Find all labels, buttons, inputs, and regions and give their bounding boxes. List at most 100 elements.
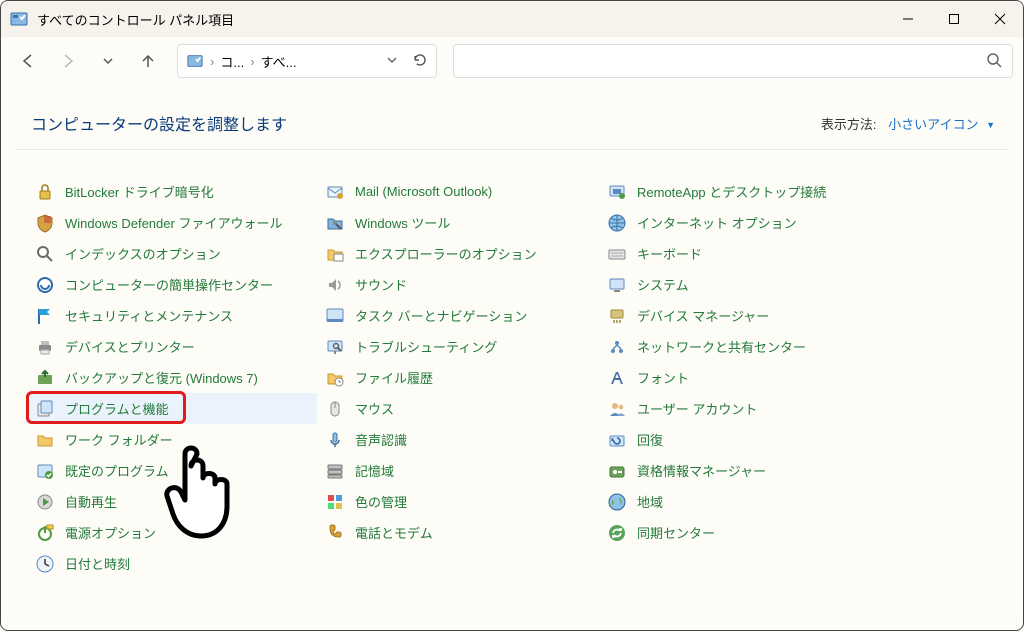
control-panel-item-network[interactable]: ネットワークと共有センター [601, 331, 881, 362]
control-panel-item-bitlocker[interactable]: BitLocker ドライブ暗号化 [29, 176, 317, 207]
control-panel-item-ease[interactable]: コンピューターの簡単操作センター [29, 269, 317, 300]
item-label: タスク バーとナビゲーション [355, 306, 527, 325]
nav-back-button[interactable] [11, 44, 45, 78]
search-input[interactable] [453, 44, 1013, 78]
programs-icon [35, 399, 55, 419]
control-panel-item-users[interactable]: ユーザー アカウント [601, 393, 881, 424]
phone-icon [325, 523, 345, 543]
speech-icon [325, 430, 345, 450]
nav-up-button[interactable] [131, 44, 165, 78]
item-label: バックアップと復元 (Windows 7) [65, 368, 258, 387]
recovery-icon [607, 430, 627, 450]
control-panel-item-mouse[interactable]: マウス [319, 393, 599, 424]
item-label: 音声認識 [355, 430, 407, 449]
control-panel-item-keyboard[interactable]: キーボード [601, 238, 881, 269]
control-panel-item-wintools[interactable]: Windows ツール [319, 207, 599, 238]
flag-icon [35, 306, 55, 326]
item-label: ワーク フォルダー [65, 430, 173, 449]
item-label: エクスプローラーのオプション [355, 244, 537, 263]
item-label: キーボード [637, 244, 702, 263]
power-icon [35, 523, 55, 543]
bitlocker-icon [35, 182, 55, 202]
control-panel-item-indexing[interactable]: インデックスのオプション [29, 238, 317, 269]
storage-icon [325, 461, 345, 481]
control-panel-item-filehist[interactable]: ファイル履歴 [319, 362, 599, 393]
breadcrumb-sep-icon: › [250, 54, 254, 69]
control-panel-item-troubleshoot[interactable]: トラブルシューティング [319, 331, 599, 362]
content-header: コンピューターの設定を調整します 表示方法: 小さいアイコン ▼ [1, 85, 1023, 149]
search-opt-icon [35, 244, 55, 264]
item-label: RemoteApp とデスクトップ接続 [637, 182, 826, 201]
sound-icon [325, 275, 345, 295]
view-by: 表示方法: 小さいアイコン ▼ [821, 114, 995, 133]
titlebar: すべてのコントロール パネル項目 [1, 1, 1023, 37]
region-icon [607, 492, 627, 512]
control-panel-item-devices[interactable]: デバイスとプリンター [29, 331, 317, 362]
sync-icon [607, 523, 627, 543]
items-grid: BitLocker ドライブ暗号化 Mail (Microsoft Outlook… [1, 150, 1023, 579]
folder-opt-icon [325, 244, 345, 264]
control-panel-icon [9, 9, 29, 29]
troubleshoot-icon [325, 337, 345, 357]
close-button[interactable] [977, 1, 1023, 37]
control-panel-item-datetime[interactable]: 日付と時刻 [29, 548, 317, 579]
control-panel-item-remoteapp[interactable]: RemoteApp とデスクトップ接続 [601, 176, 881, 207]
item-label: 回復 [637, 430, 663, 449]
tools-icon [325, 213, 345, 233]
item-label: インデックスのオプション [65, 244, 221, 263]
refresh-icon[interactable] [412, 52, 428, 71]
item-label: 色の管理 [355, 492, 407, 511]
control-panel-item-autoplay[interactable]: 自動再生 [29, 486, 317, 517]
control-panel-item-recovery[interactable]: 回復 [601, 424, 881, 455]
system-icon [607, 275, 627, 295]
control-panel-item-security[interactable]: セキュリティとメンテナンス [29, 300, 317, 331]
item-label: 資格情報マネージャー [637, 461, 766, 480]
control-panel-item-explorer-opts[interactable]: エクスプローラーのオプション [319, 238, 599, 269]
window: すべてのコントロール パネル項目 [0, 0, 1024, 631]
control-panel-item-storage[interactable]: 記憶域 [319, 455, 599, 486]
item-label: BitLocker ドライブ暗号化 [65, 182, 214, 201]
control-panel-item-devmgr[interactable]: デバイス マネージャー [601, 300, 881, 331]
page-title: コンピューターの設定を調整します [31, 111, 287, 135]
address-bar[interactable]: › コ... › すべ... [177, 44, 437, 78]
control-panel-item-backup[interactable]: バックアップと復元 (Windows 7) [29, 362, 317, 393]
item-label: デバイスとプリンター [65, 337, 195, 356]
breadcrumb-seg1[interactable]: コ... [220, 52, 244, 71]
control-panel-item-inetopts[interactable]: インターネット オプション [601, 207, 881, 238]
control-panel-item-programs[interactable]: プログラムと機能 [29, 393, 317, 424]
clock-icon [35, 554, 55, 574]
item-label: 自動再生 [65, 492, 117, 511]
control-panel-item-defender[interactable]: Windows Defender ファイアウォール [29, 207, 317, 238]
viewby-value-link[interactable]: 小さいアイコン [888, 117, 978, 132]
item-label: ファイル履歴 [355, 368, 433, 387]
control-panel-item-region[interactable]: 地域 [601, 486, 881, 517]
control-panel-item-defaults[interactable]: 既定のプログラム [29, 455, 317, 486]
printer-icon [35, 337, 55, 357]
control-panel-item-power[interactable]: 電源オプション [29, 517, 317, 548]
control-panel-item-system[interactable]: システム [601, 269, 881, 300]
breadcrumb-seg2[interactable]: すべ... [261, 52, 297, 71]
chevron-down-icon: ▼ [986, 120, 995, 130]
chevron-down-icon[interactable] [386, 54, 398, 69]
control-panel-item-color[interactable]: 色の管理 [319, 486, 599, 517]
maximize-button[interactable] [931, 1, 977, 37]
remote-icon [607, 182, 627, 202]
nav-recent-dropdown[interactable] [91, 44, 125, 78]
control-panel-item-fonts[interactable]: フォント [601, 362, 881, 393]
control-panel-item-credmgr[interactable]: 資格情報マネージャー [601, 455, 881, 486]
folder-icon [35, 430, 55, 450]
search-icon [986, 52, 1002, 71]
control-panel-item-sync[interactable]: 同期センター [601, 517, 881, 548]
control-panel-item-sound[interactable]: サウンド [319, 269, 599, 300]
color-icon [325, 492, 345, 512]
item-label: システム [637, 275, 689, 294]
control-panel-item-taskbar[interactable]: タスク バーとナビゲーション [319, 300, 599, 331]
control-panel-item-phone[interactable]: 電話とモデム [319, 517, 599, 548]
control-panel-item-mail[interactable]: Mail (Microsoft Outlook) [319, 176, 599, 207]
nav-forward-button[interactable] [51, 44, 85, 78]
minimize-button[interactable] [885, 1, 931, 37]
defaults-icon [35, 461, 55, 481]
item-label: セキュリティとメンテナンス [65, 306, 233, 325]
control-panel-item-workfolders[interactable]: ワーク フォルダー [29, 424, 317, 455]
control-panel-item-speech[interactable]: 音声認識 [319, 424, 599, 455]
